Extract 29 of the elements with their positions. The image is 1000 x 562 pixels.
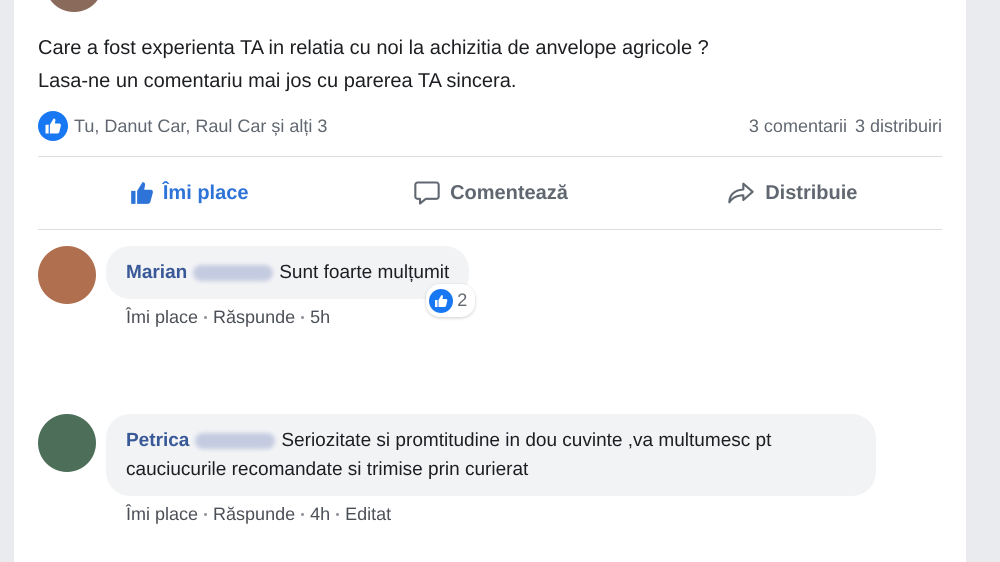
like-button[interactable]: Îmi place [38, 179, 340, 207]
like-icon [429, 288, 454, 312]
speech-bubble-icon [412, 179, 442, 207]
comment-button[interactable]: Comentează [339, 178, 641, 208]
separator-dot [336, 513, 340, 516]
comment-text: Petrica Seriozitate si promtitudine in dou cuvinte ,va multumesc pt cauciucurile recomandate si trimise prin curierat [126, 429, 772, 482]
reaction-count: 2 [457, 289, 468, 312]
shares-count[interactable]: 3 distribuiri [854, 116, 942, 136]
comment-action[interactable]: Îmi place [126, 504, 198, 525]
reactions-summary[interactable]: Tu, Danut Car, Raul Car și alți 3 [74, 116, 328, 136]
separator-dot [204, 513, 208, 516]
comment-action[interactable]: Îmi place [126, 307, 198, 328]
comment-action[interactable]: 5h [310, 307, 330, 328]
reaction-badge[interactable]: 2 [426, 284, 476, 317]
comment-action[interactable]: 4h [310, 504, 330, 525]
comment-author[interactable]: Marian [126, 262, 188, 283]
separator-dot [301, 316, 304, 319]
post-text: Care a fost experienta TA in relatia cu noi la achizitia de anvelope agricole ? Lasa-ne un comentariu mai jos cu parerea TA sincera. [38, 36, 710, 94]
separator-dot [204, 316, 208, 319]
share-button[interactable]: Distribuie [640, 178, 942, 208]
thumbs-up-icon [128, 180, 155, 206]
comments-count[interactable]: 3 comentarii [748, 116, 847, 136]
comment-action[interactable]: Răspunde [213, 504, 296, 525]
comment-text: Marian Sunt foarte mulțumit [126, 261, 450, 285]
separator-dot [301, 513, 304, 516]
comment-author[interactable]: Petrica [126, 430, 190, 451]
like-icon [38, 111, 68, 141]
comment-action[interactable]: Editat [345, 504, 392, 525]
comment-action[interactable]: Răspunde [213, 307, 296, 328]
